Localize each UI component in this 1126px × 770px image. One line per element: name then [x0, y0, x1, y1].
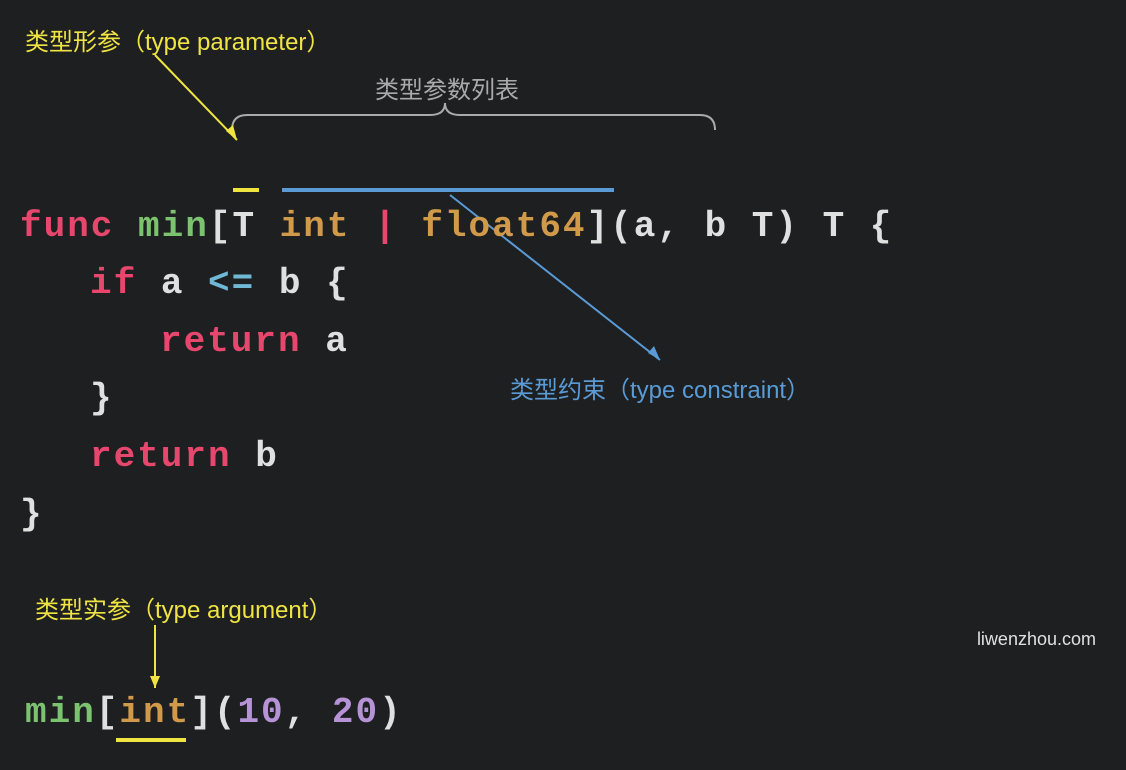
func-name: min	[138, 206, 209, 247]
generic-T: T	[232, 206, 256, 247]
keyword-return-1: return	[160, 321, 302, 362]
code-block-call: min[int](10, 20)	[25, 692, 403, 733]
type-int: int	[280, 206, 351, 247]
call-type-int: int	[119, 692, 190, 733]
watermark: liwenzhou.com	[977, 629, 1096, 650]
label-type-param-list: 类型参数列表	[375, 70, 519, 105]
label-type-argument: 类型实参（type argument）	[35, 590, 332, 625]
underline-type-argument	[116, 738, 186, 742]
keyword-return-2: return	[90, 436, 232, 477]
keyword-func: func	[20, 206, 114, 247]
underline-type-constraint	[282, 188, 614, 192]
code-block-func: func min[T int | float64](a, b T) T { if…	[20, 140, 893, 543]
label-type-parameter: 类型形参（type parameter）	[25, 22, 330, 57]
keyword-if: if	[90, 263, 137, 304]
underline-type-param	[233, 188, 259, 192]
type-float64: float64	[421, 206, 586, 247]
